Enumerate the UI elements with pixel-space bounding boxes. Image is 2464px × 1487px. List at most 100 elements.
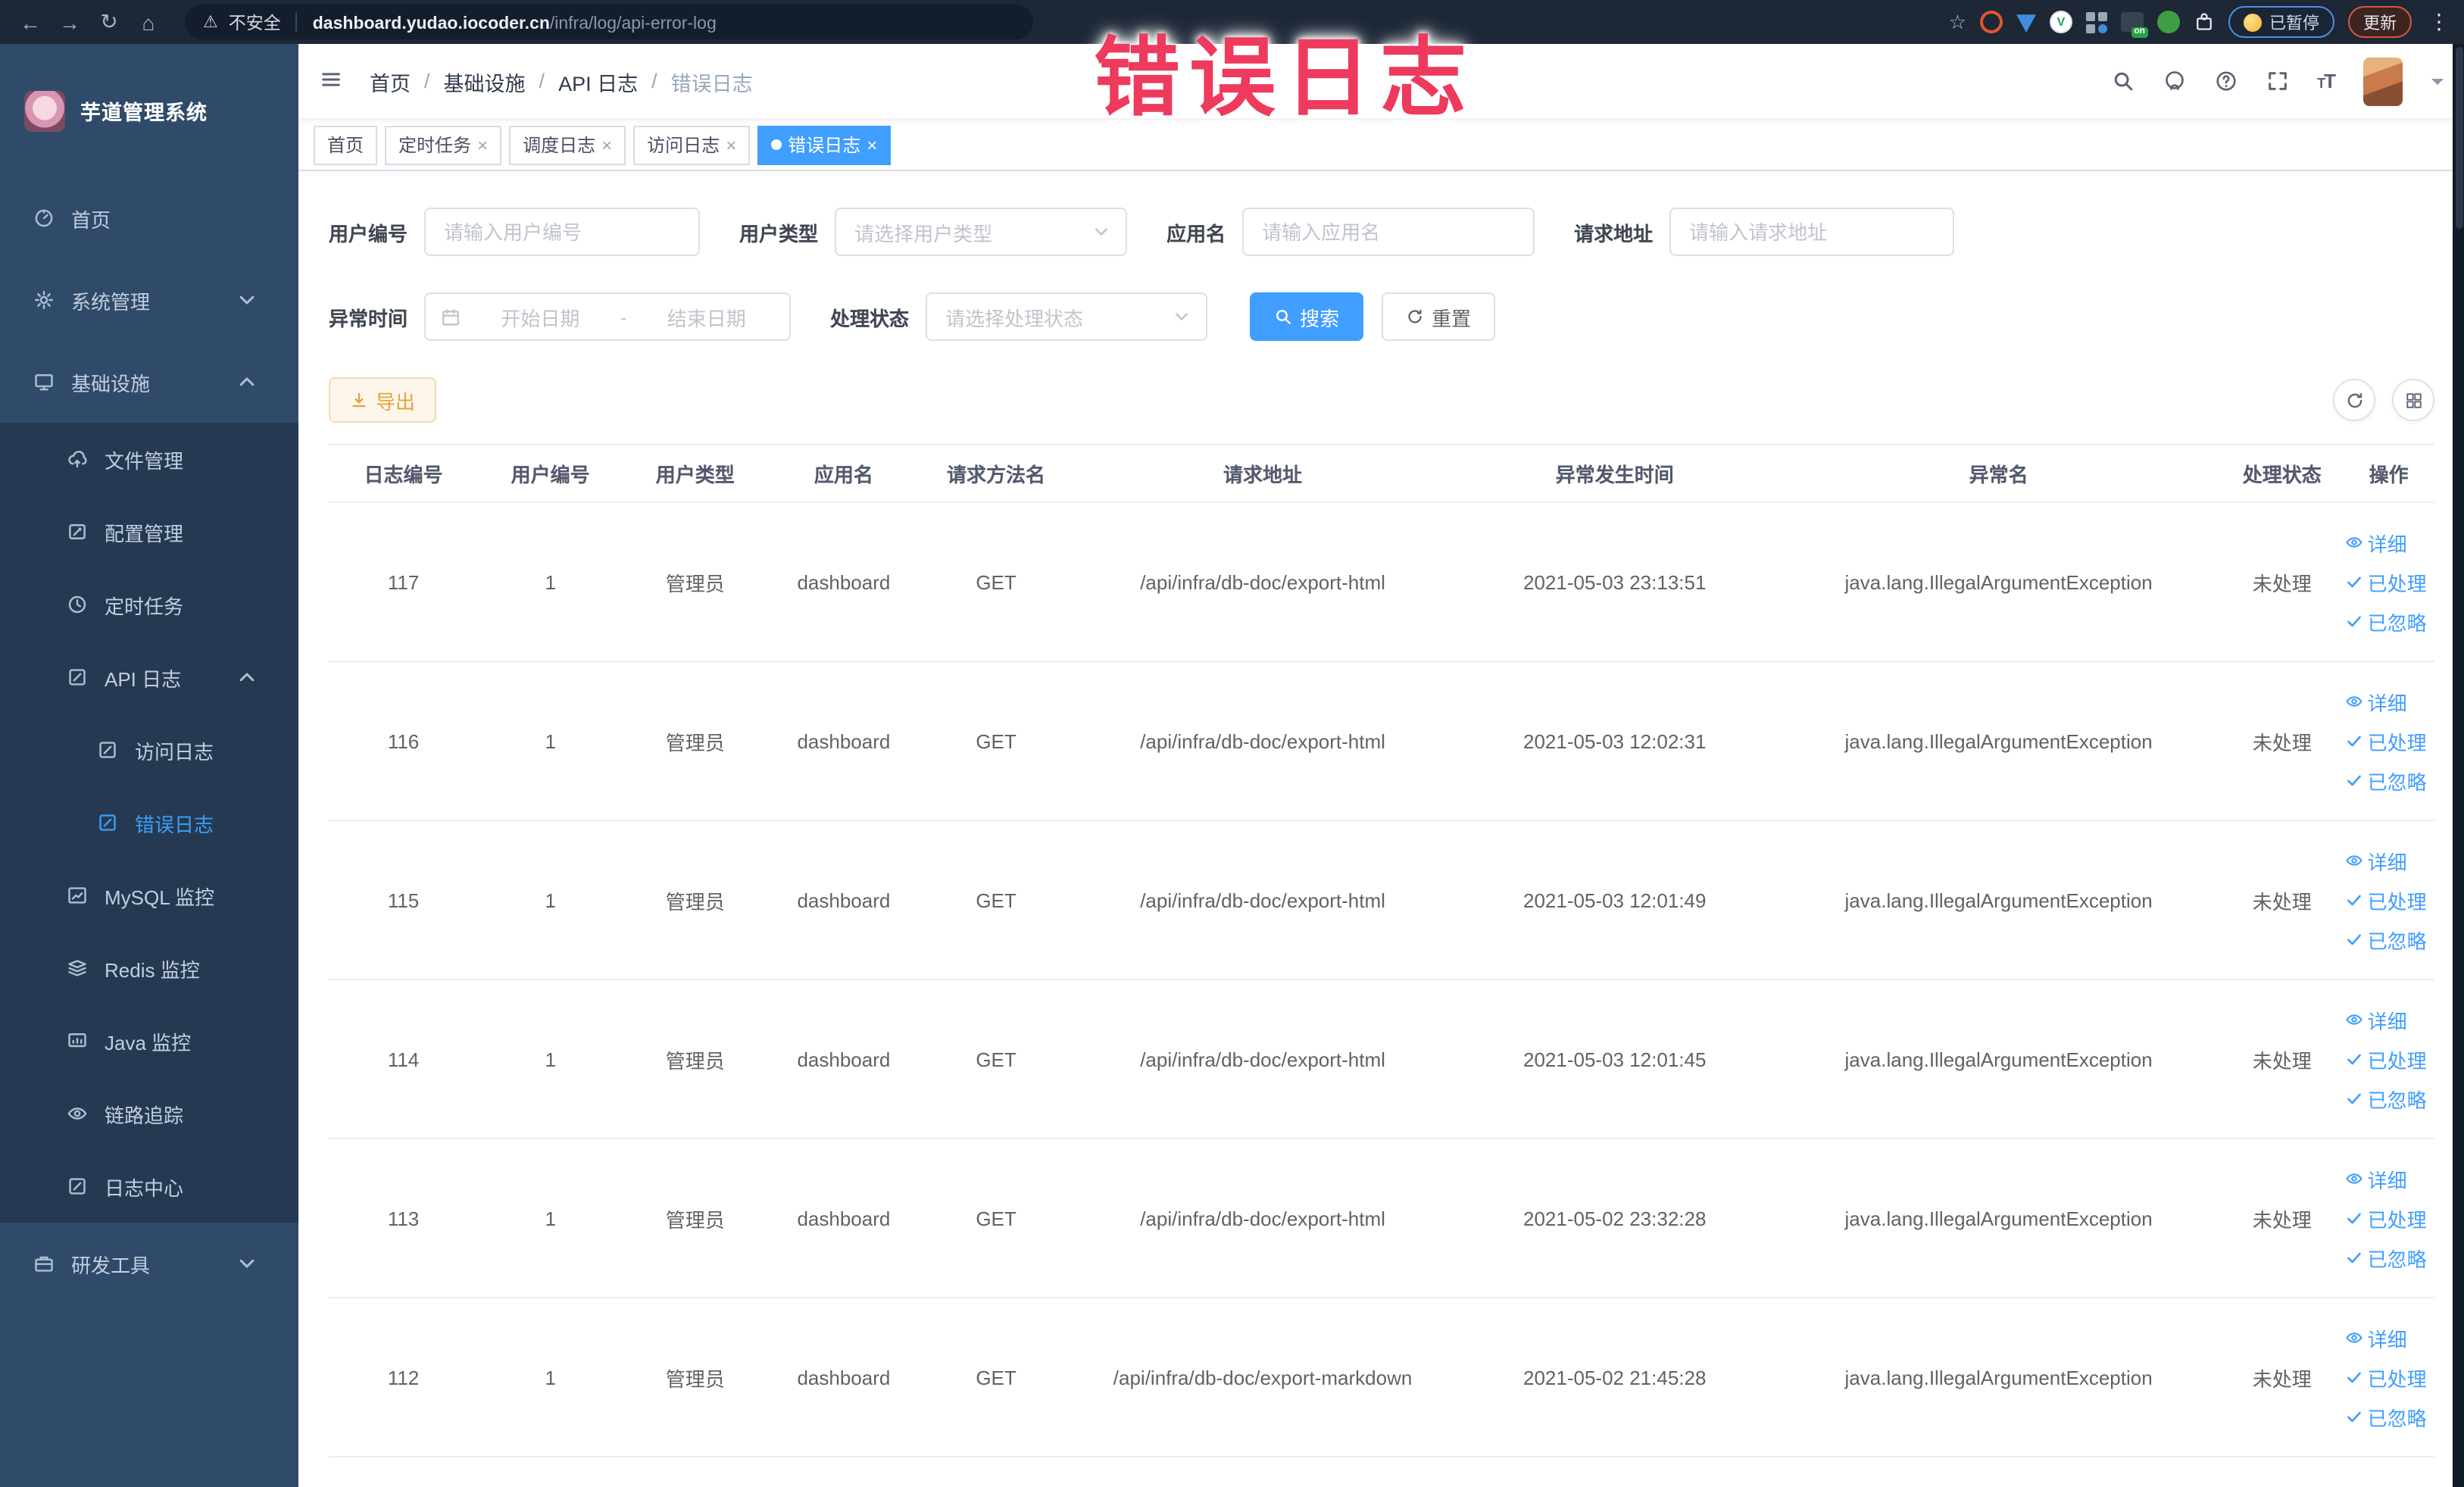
sidebar-item-java-monitor[interactable]: Java 监控 [0, 1004, 298, 1077]
export-button[interactable]: 导出 [329, 377, 437, 423]
process-status-select[interactable]: 请选择处理状态 [926, 292, 1208, 341]
browser-back-icon[interactable]: ← [15, 10, 45, 34]
collapse-menu-icon[interactable] [320, 68, 342, 94]
security-warning-icon[interactable]: ⚠ [203, 12, 218, 32]
error-log-table-body: 117 1 管理员 dashboard GET/api/infra/db-doc/exp… [329, 502, 2434, 1457]
action-detail-link[interactable]: 详细 [2345, 528, 2407, 557]
cell-user_type: 管理员 [623, 979, 768, 1139]
browser-home-icon[interactable]: ⌂ [133, 10, 164, 34]
font-size-icon[interactable]: TT [2317, 70, 2336, 92]
action-detail-link[interactable]: 详细 [2345, 1005, 2407, 1034]
sidebar-item-home[interactable]: 首页 [0, 177, 298, 259]
sidebar-item-error-log[interactable]: 错误日志 [0, 786, 298, 859]
search-button[interactable]: 搜索 [1250, 292, 1364, 341]
avatar[interactable] [2363, 57, 2403, 105]
tab-scheduled-task[interactable]: 定时任务 × [385, 125, 502, 164]
sidebar-item-access-log[interactable]: 访问日志 [0, 714, 298, 786]
action-processed-link[interactable]: 已处理 [2345, 567, 2427, 596]
close-icon[interactable]: × [601, 134, 612, 155]
extension-icon[interactable]: V [2050, 11, 2072, 33]
app-name-input[interactable] [1242, 208, 1535, 256]
request-url-input[interactable] [1669, 208, 1955, 256]
action-ignored-link[interactable]: 已忽略 [2345, 607, 2427, 636]
sidebar-item-config-manage[interactable]: 配置管理 [0, 495, 298, 568]
sidebar-item-api-log[interactable]: API 日志 [0, 641, 298, 714]
sidebar-item-file-manage[interactable]: 文件管理 [0, 423, 298, 495]
download-icon [350, 391, 368, 409]
search-icon[interactable] [2111, 70, 2134, 92]
update-chip[interactable]: 更新 [2348, 6, 2412, 38]
tab-schedule-log[interactable]: 调度日志 × [509, 125, 626, 164]
sidebar-item-system[interactable]: 系统管理 [0, 259, 298, 341]
page-scrollbar[interactable] [2453, 44, 2464, 1487]
browser-forward-icon[interactable]: → [55, 10, 85, 34]
breadcrumb-home[interactable]: 首页 [370, 66, 411, 96]
extensions-puzzle-icon[interactable] [2194, 10, 2215, 34]
action-detail-link[interactable]: 详细 [2345, 846, 2407, 875]
reset-button[interactable]: 重置 [1382, 292, 1496, 341]
extension-icon[interactable] [2016, 14, 2036, 33]
cell-exception_name: java.lang.IllegalArgumentException [1775, 1139, 2222, 1298]
close-icon[interactable]: × [867, 134, 877, 155]
avatar-caret-icon[interactable] [2431, 78, 2444, 90]
action-processed-link[interactable]: 已处理 [2345, 726, 2427, 755]
cell-user_type: 管理员 [623, 502, 768, 662]
breadcrumb-infra[interactable]: 基础设施 [444, 66, 526, 96]
github-icon[interactable] [2163, 70, 2185, 92]
search-icon [1274, 308, 1292, 326]
extension-icon[interactable] [2086, 11, 2107, 33]
screen-icon [67, 1030, 88, 1051]
scrollbar-thumb[interactable] [2455, 47, 2462, 229]
action-detail-link[interactable]: 详细 [2345, 1323, 2407, 1352]
paused-chip[interactable]: 已暂停 [2228, 6, 2334, 38]
eye-icon [2345, 533, 2363, 551]
action-ignored-link[interactable]: 已忽略 [2345, 925, 2427, 954]
extension-icon[interactable] [1980, 11, 2003, 33]
action-processed-link[interactable]: 已处理 [2345, 1363, 2427, 1392]
action-detail-link[interactable]: 详细 [2345, 1164, 2407, 1193]
browser-reload-icon[interactable]: ↻ [94, 9, 124, 35]
sidebar-item-scheduled-task[interactable]: 定时任务 [0, 568, 298, 641]
log-document-icon [97, 739, 118, 761]
action-ignored-link[interactable]: 已忽略 [2345, 766, 2427, 795]
address-bar[interactable]: ⚠ 不安全 dashboard.yudao.iocoder.cn/infra/l… [185, 5, 1033, 39]
eye-icon [67, 1103, 88, 1124]
action-ignored-link[interactable]: 已忽略 [2345, 1402, 2427, 1431]
refresh-icon [2344, 390, 2364, 410]
cell-exception_time: 2021-05-03 12:01:45 [1453, 979, 1776, 1139]
sidebar-item-infra[interactable]: 基础设施 [0, 341, 298, 423]
action-processed-link[interactable]: 已处理 [2345, 886, 2427, 914]
column-settings-button[interactable] [2392, 379, 2434, 421]
cell-user_type: 管理员 [623, 661, 768, 821]
browser-menu-icon[interactable]: ⋮ [2428, 9, 2450, 35]
extension-icon[interactable]: on [2121, 12, 2148, 38]
tab-access-log[interactable]: 访问日志 × [633, 125, 751, 164]
check-icon [2345, 930, 2363, 948]
user-id-input[interactable] [424, 208, 701, 256]
extension-icon[interactable] [2157, 11, 2180, 33]
action-ignored-link[interactable]: 已忽略 [2345, 1084, 2427, 1113]
close-icon[interactable]: × [726, 134, 736, 155]
sidebar-item-trace[interactable]: 链路追踪 [0, 1077, 298, 1150]
action-processed-link[interactable]: 已处理 [2345, 1045, 2427, 1073]
breadcrumb-api-log[interactable]: API 日志 [558, 66, 638, 96]
action-processed-link[interactable]: 已处理 [2345, 1204, 2427, 1232]
bookmark-star-icon[interactable]: ☆ [1949, 10, 1966, 34]
error-log-table: 日志编号 用户编号 用户类型 应用名 请求方法名 请求地址 异常发生时间 异常名… [329, 444, 2434, 1457]
gear-icon [33, 289, 55, 311]
user-type-select[interactable]: 请选择用户类型 [835, 208, 1128, 256]
sidebar-item-redis-monitor[interactable]: Redis 监控 [0, 932, 298, 1004]
exception-time-range-picker[interactable]: 开始日期 - 结束日期 [424, 292, 792, 341]
sidebar-item-mysql-monitor[interactable]: MySQL 监控 [0, 859, 298, 932]
user-id-label: 用户编号 [329, 222, 408, 245]
refresh-table-button[interactable] [2333, 379, 2375, 421]
sidebar-item-log-center[interactable]: 日志中心 [0, 1150, 298, 1223]
tab-error-log[interactable]: 错误日志 × [757, 125, 892, 164]
fullscreen-icon[interactable] [2266, 70, 2288, 92]
tab-home[interactable]: 首页 [314, 125, 378, 164]
action-ignored-link[interactable]: 已忽略 [2345, 1243, 2427, 1272]
help-icon[interactable] [2214, 70, 2237, 92]
close-icon[interactable]: × [477, 134, 488, 155]
sidebar-item-dev-tools[interactable]: 研发工具 [0, 1223, 298, 1304]
action-detail-link[interactable]: 详细 [2345, 687, 2407, 716]
